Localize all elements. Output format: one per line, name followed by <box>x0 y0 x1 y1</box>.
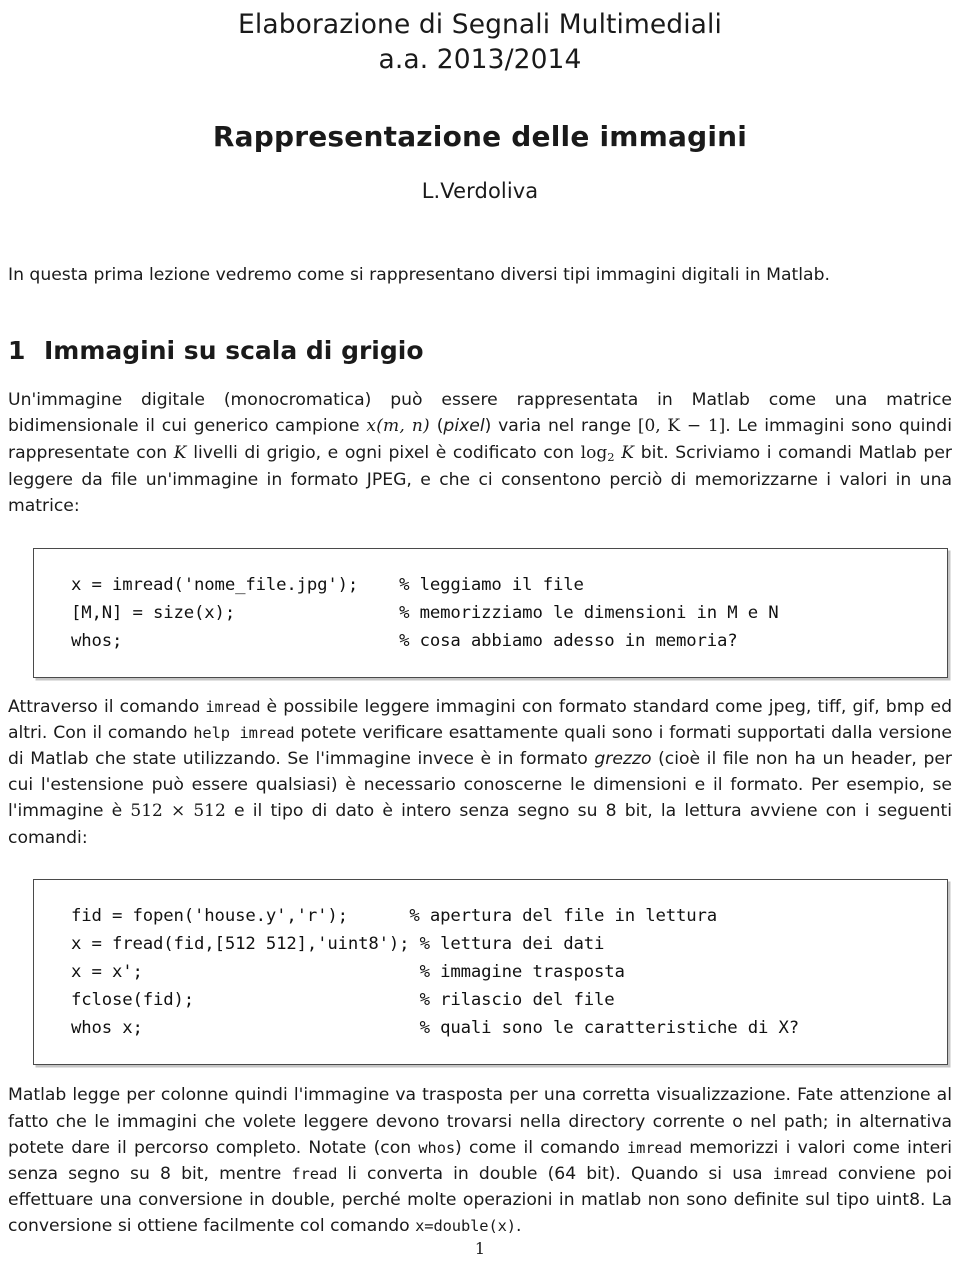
code-imread-3: imread <box>772 1164 828 1183</box>
code-help-imread: help imread <box>193 724 295 742</box>
section-heading-1: 1 Immagini su scala di grigio <box>8 289 952 365</box>
math-log-text: log <box>580 442 608 463</box>
math-log-base: 2 <box>607 449 615 464</box>
code-x-double: x=double(x) <box>415 1217 516 1236</box>
document-title: Rappresentazione delle immagini <box>212 119 748 153</box>
math-range: [0, K − 1] <box>637 415 726 436</box>
code-block-1-inner: x = imread('nome_file.jpg'); % leggiamo … <box>34 549 947 677</box>
para2-seg-a: Attraverso il comando <box>8 696 206 717</box>
section-title: Immagini su scala di grigio <box>44 335 424 365</box>
code-block-1: x = imread('nome_file.jpg'); % leggiamo … <box>33 547 948 678</box>
code-whos: whos <box>418 1138 456 1157</box>
code-fread: fread <box>291 1164 338 1183</box>
code-block-2-text: fid = fopen('house.y','r'); % apertura d… <box>71 906 800 1039</box>
math-sample-xmn: x(m, n) <box>366 415 430 436</box>
page-number: 1 <box>474 1239 486 1258</box>
code-block-2-container: fid = fopen('house.y','r'); % apertura d… <box>8 851 952 1066</box>
document-page: Elaborazione di Segnali Multimediali a.a… <box>0 0 960 1272</box>
section1-paragraph-3: Matlab legge per colonne quindi l'immagi… <box>8 1065 952 1239</box>
math-log-arg: K <box>614 442 635 463</box>
author-name: L.Verdoliva <box>421 178 539 203</box>
para3-seg-f: . <box>515 1216 522 1237</box>
para1-seg-c: ) varia nel range <box>484 415 638 436</box>
code-imread-2: imread <box>627 1138 682 1157</box>
math-log2K: log2 K <box>580 442 635 464</box>
course-title-line-1: Elaborazione di Segnali Multimediali <box>238 9 722 40</box>
code-block-2-inner: fid = fopen('house.y','r'); % apertura d… <box>34 880 947 1064</box>
code-imread-1: imread <box>205 697 261 716</box>
emph-grezzo: grezzo <box>594 749 652 770</box>
section1-paragraph-2: Attraverso il comando imread è possibile… <box>8 678 952 852</box>
code-block-1-container: x = imread('nome_file.jpg'); % leggiamo … <box>8 519 952 678</box>
math-512x512: 512 × 512 <box>130 801 226 822</box>
para3-seg-b: ) come il comando <box>455 1137 627 1158</box>
emph-pixel: pixel <box>443 415 485 436</box>
course-title-line-2: a.a. 2013/2014 <box>378 43 582 75</box>
code-block-1-text: x = imread('nome_file.jpg'); % leggiamo … <box>71 574 779 651</box>
para1-seg-e: livelli di grigio, e ogni pixel è codifi… <box>186 442 581 463</box>
section-number: 1 <box>8 335 26 365</box>
course-title: Elaborazione di Segnali Multimediali a.a… <box>8 0 952 78</box>
para1-seg-b: ( <box>429 415 444 436</box>
intro-paragraph: In questa prima lezione vedremo come si … <box>8 264 830 285</box>
section1-paragraph-1: Un'immagine digitale (monocromatica) può… <box>8 365 952 519</box>
code-block-2: fid = fopen('house.y','r'); % apertura d… <box>33 879 948 1066</box>
math-K: K <box>173 442 187 463</box>
para3-seg-d: li converta in double (64 bit). Quando s… <box>337 1163 773 1184</box>
